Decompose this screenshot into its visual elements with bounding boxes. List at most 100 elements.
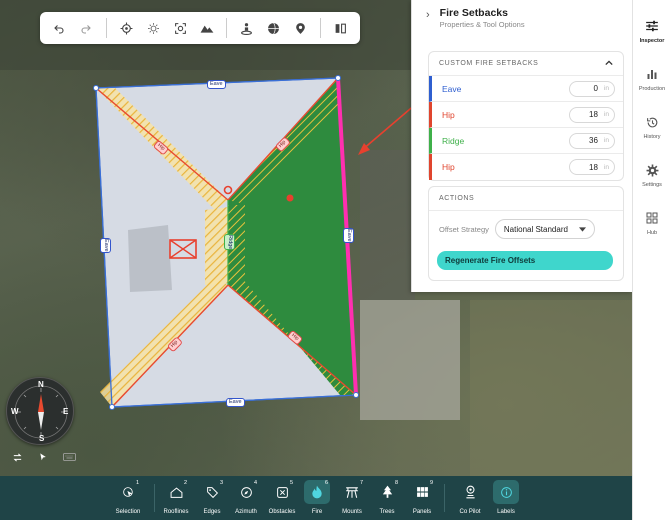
sidebar-item-history[interactable]: History xyxy=(633,112,670,140)
tool-fire[interactable]: 6 Fire xyxy=(299,480,335,518)
actions-header: ACTIONS xyxy=(429,187,623,211)
tool-label: Selection xyxy=(115,509,141,515)
focus-icon[interactable] xyxy=(167,14,194,42)
compass-south: S xyxy=(39,434,45,443)
setback-value: 18 xyxy=(589,162,598,172)
setback-input[interactable]: 18 in xyxy=(569,106,615,123)
chevron-down-icon xyxy=(578,225,586,234)
map-pin-icon[interactable] xyxy=(287,14,314,42)
panel-subtitle: Properties & Tool Options xyxy=(439,20,525,29)
tool-shortcut: 9 xyxy=(430,480,434,486)
driveway xyxy=(360,300,460,420)
setback-unit: in xyxy=(603,137,609,144)
compass-north: N xyxy=(38,380,44,389)
setback-input[interactable]: 0 in xyxy=(569,80,615,97)
setback-row-hip: Hip 18 in xyxy=(429,154,623,180)
toolbar-divider xyxy=(154,484,155,512)
regenerate-fire-offsets-button[interactable]: Regenerate Fire Offsets xyxy=(437,251,613,270)
collapse-panel-icon[interactable]: › xyxy=(426,9,430,21)
eave-label[interactable]: Eave xyxy=(343,228,354,243)
sidebar-item-label: Inspector xyxy=(639,38,665,44)
tool-label: Fire xyxy=(311,509,323,515)
target-icon[interactable] xyxy=(113,14,140,42)
cursor-select-icon[interactable] xyxy=(32,448,54,466)
setback-value: 18 xyxy=(589,110,598,119)
sidebar-item-label: Production xyxy=(638,86,666,92)
compass[interactable]: N S E W xyxy=(6,377,74,445)
tool-shortcut: 7 xyxy=(360,480,364,486)
setback-row-eave: Eave 0 in xyxy=(429,76,623,102)
offset-strategy-value: National Standard xyxy=(503,224,568,234)
redo-icon[interactable] xyxy=(73,14,100,42)
eave-label[interactable]: Eave xyxy=(207,80,226,89)
keyboard-icon[interactable] xyxy=(58,448,80,466)
tool-shortcut: 1 xyxy=(136,480,140,486)
setback-row-hip: Hip 18 in xyxy=(429,102,623,128)
vertex-handle[interactable] xyxy=(109,404,115,410)
tool-edges[interactable]: 3 Edges xyxy=(194,480,230,518)
setback-input[interactable]: 36 in xyxy=(569,132,615,149)
map-mini-tools xyxy=(6,448,80,466)
ridge-label[interactable]: Ridge xyxy=(224,234,235,251)
sidebar-item-label: Settings xyxy=(642,182,662,188)
setback-value: 36 xyxy=(589,136,598,145)
tool-label: Mounts xyxy=(342,509,362,515)
person-pin-icon[interactable] xyxy=(233,14,260,42)
vertex-handle[interactable] xyxy=(335,75,341,81)
offset-strategy-select[interactable]: National Standard xyxy=(494,219,595,239)
copilot-icon xyxy=(457,480,483,504)
undo-icon[interactable] xyxy=(46,14,73,42)
vertex-handle[interactable] xyxy=(353,392,359,398)
setback-label: Eave xyxy=(442,83,462,94)
globe-icon[interactable] xyxy=(260,14,287,42)
toolbar-divider xyxy=(105,18,107,38)
tool-shortcut: 3 xyxy=(220,480,224,486)
setbacks-header-label: CUSTOM FIRE SETBACKS xyxy=(439,60,539,67)
tool-selection[interactable]: 1 Selection xyxy=(110,480,146,518)
tool-label: Azimuth xyxy=(235,509,257,515)
offset-strategy-row: Offset Strategy National Standard xyxy=(429,211,623,247)
vertex-handle[interactable] xyxy=(93,85,99,91)
eave-label[interactable]: Eave xyxy=(226,398,245,407)
inspector-panel: › Fire Setbacks Properties & Tool Option… xyxy=(411,0,632,292)
tool-trees[interactable]: 8 Trees xyxy=(369,480,405,518)
toolbar-divider xyxy=(444,484,445,512)
setback-label: Hip xyxy=(442,162,455,172)
tool-rooflines[interactable]: 2 Rooflines xyxy=(158,480,194,518)
panel-header: › Fire Setbacks Properties & Tool Option… xyxy=(412,0,632,34)
tool-obstacles[interactable]: 5 Obstacles xyxy=(264,480,300,518)
setback-unit: in xyxy=(603,85,609,92)
sidebar-item-hub[interactable]: Hub xyxy=(633,208,670,236)
chevron-up-icon[interactable] xyxy=(605,59,613,68)
sliders-icon xyxy=(641,16,663,36)
sidebar-item-production[interactable]: Production xyxy=(633,64,670,92)
swap-icon[interactable] xyxy=(6,448,28,466)
tool-azimuth[interactable]: 4 Azimuth xyxy=(228,480,264,518)
roof-shadow xyxy=(128,225,172,292)
setback-unit: in xyxy=(603,163,609,171)
tool-copilot[interactable]: Co Pilot xyxy=(452,480,488,518)
vent-circle[interactable] xyxy=(286,194,294,202)
setbacks-header[interactable]: CUSTOM FIRE SETBACKS xyxy=(429,52,623,76)
eave-label[interactable]: Eave xyxy=(100,238,111,253)
terrain-icon[interactable] xyxy=(194,14,221,42)
sun-icon[interactable] xyxy=(140,14,167,42)
tool-label: Obstacles xyxy=(268,509,296,515)
tool-label: Co Pilot xyxy=(459,509,481,515)
toolbar-divider xyxy=(320,18,322,38)
tool-shortcut: 8 xyxy=(395,480,399,486)
sidebar-item-settings[interactable]: Settings xyxy=(633,160,670,188)
tool-label: Trees xyxy=(379,509,395,515)
tool-labels[interactable]: Labels xyxy=(488,480,524,518)
toolbar-divider xyxy=(226,18,228,38)
tool-label: Labels xyxy=(497,509,515,515)
info-icon xyxy=(493,480,519,504)
split-view-icon[interactable] xyxy=(327,14,354,42)
setback-value: 0 xyxy=(593,84,598,93)
sidebar-item-inspector[interactable]: Inspector xyxy=(633,16,670,44)
tool-panels[interactable]: 9 Panels xyxy=(404,480,440,518)
tool-mounts[interactable]: 7 Mounts xyxy=(334,480,370,518)
setback-input[interactable]: 18 in xyxy=(569,159,615,175)
lawn xyxy=(470,300,632,476)
bottom-toolbar: 1 Selection 2 Rooflines 3 Edges 4 Azimut… xyxy=(0,476,632,520)
